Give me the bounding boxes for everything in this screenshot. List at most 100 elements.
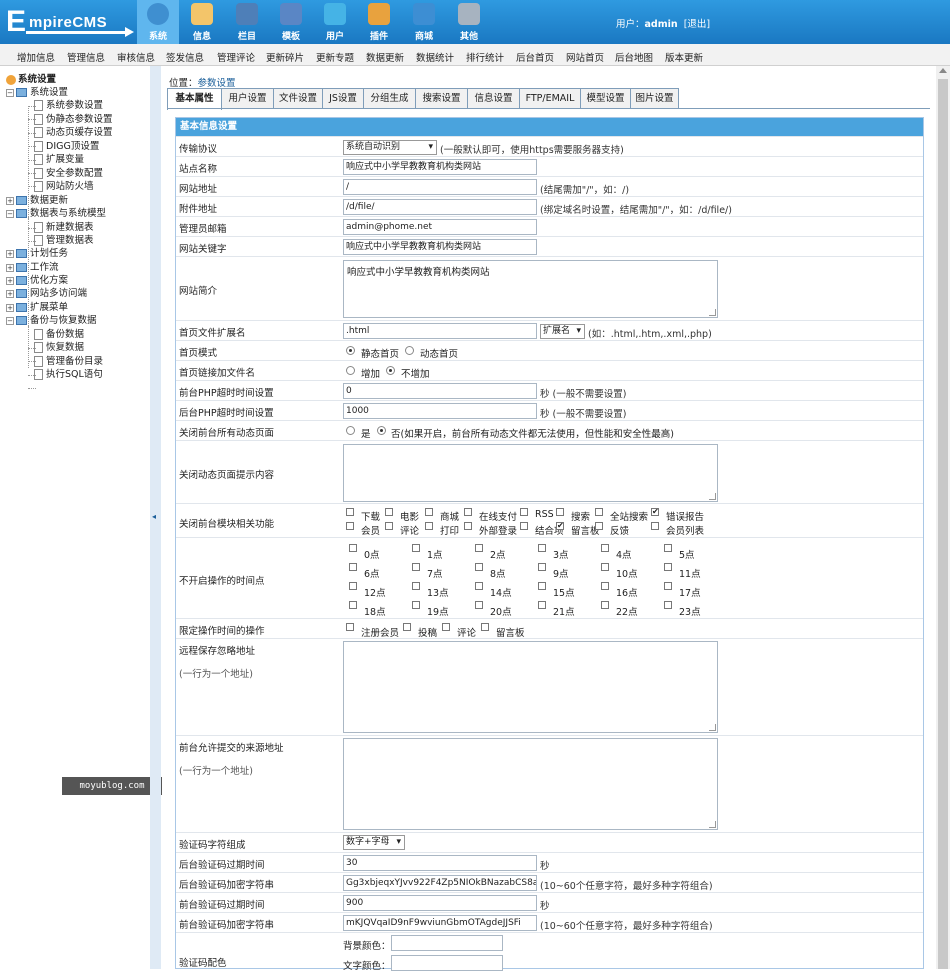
ext-select[interactable]: 扩展名 (540, 324, 585, 339)
hour-checkbox[interactable] (475, 601, 483, 609)
module-checkbox[interactable] (651, 522, 659, 530)
module-checkbox[interactable] (464, 522, 472, 530)
intro-textarea[interactable]: 响应式中小学早教教育机构类网站 (343, 260, 718, 318)
module-checkbox[interactable] (425, 508, 433, 516)
tree-item[interactable]: + 扩展菜单 (6, 301, 68, 314)
hour-checkbox[interactable] (412, 601, 420, 609)
close-dynamic-yes-radio[interactable] (346, 426, 355, 435)
dynamic-index-radio[interactable] (405, 346, 414, 355)
keywords-input[interactable]: 响应式中小学早教教育机构类网站 (343, 239, 537, 255)
tab-0[interactable]: 基本属性 (167, 88, 222, 110)
scrollbar[interactable] (936, 66, 950, 969)
tree-item[interactable]: + 数据更新 (6, 194, 68, 207)
back-captcha-key-input[interactable]: Gg3xbjeqxYJvv922F4Zp5NIOkBNazabCS8aI (343, 875, 537, 891)
menu-item-13[interactable]: 版本更新 (665, 50, 703, 64)
tab-5[interactable]: 搜索设置 (415, 88, 468, 109)
fileurl-input[interactable]: /d/file/ (343, 199, 537, 215)
close-tip-textarea[interactable] (343, 444, 718, 502)
hour-checkbox[interactable] (664, 563, 672, 571)
module-checkbox[interactable] (346, 522, 354, 530)
tab-8[interactable]: 模型设置 (580, 88, 631, 109)
tree-item[interactable]: 恢复数据 (34, 341, 84, 354)
tree-item[interactable]: − 备份与恢复数据 (6, 314, 97, 327)
menu-item-0[interactable]: 增加信息 (17, 50, 55, 64)
referer-textarea[interactable] (343, 738, 718, 830)
module-checkbox[interactable] (425, 522, 433, 530)
tree-item[interactable]: − 系统设置 (6, 86, 68, 99)
menu-item-4[interactable]: 管理评论 (217, 50, 255, 64)
hour-checkbox[interactable] (475, 563, 483, 571)
menu-item-3[interactable]: 签发信息 (166, 50, 204, 64)
module-checkbox[interactable] (556, 508, 564, 516)
nav-1[interactable]: 信息 (181, 0, 223, 44)
email-field[interactable]: admin@phome.net (343, 219, 537, 235)
hour-checkbox[interactable] (412, 582, 420, 590)
module-checkbox[interactable] (346, 508, 354, 516)
tab-2[interactable]: 文件设置 (273, 88, 323, 109)
tab-3[interactable]: JS设置 (322, 88, 364, 109)
menu-item-8[interactable]: 数据统计 (416, 50, 454, 64)
close-dynamic-no-radio[interactable] (377, 426, 386, 435)
tab-6[interactable]: 信息设置 (467, 88, 520, 109)
tab-1[interactable]: 用户设置 (221, 88, 274, 109)
expand-toggle-icon[interactable]: − (6, 88, 14, 97)
protocol-select[interactable]: 系统自动识别 (343, 140, 437, 155)
menu-item-2[interactable]: 审核信息 (117, 50, 155, 64)
limit-op-checkbox[interactable] (346, 623, 354, 631)
hour-checkbox[interactable] (538, 582, 546, 590)
expand-toggle-icon[interactable]: + (6, 263, 14, 272)
menu-item-11[interactable]: 网站首页 (566, 50, 604, 64)
limit-op-checkbox[interactable] (481, 623, 489, 631)
front-captcha-expire-input[interactable]: 900 (343, 895, 537, 911)
back-captcha-expire-input[interactable]: 30 (343, 855, 537, 871)
limit-op-checkbox[interactable] (442, 623, 450, 631)
tree-item[interactable]: 管理备份目录 (34, 355, 103, 368)
tree-item[interactable]: + 工作流 (6, 261, 59, 274)
hour-checkbox[interactable] (664, 544, 672, 552)
hour-checkbox[interactable] (601, 582, 609, 590)
tree-item[interactable]: + 优化方案 (6, 274, 68, 287)
hour-checkbox[interactable] (475, 544, 483, 552)
menu-item-12[interactable]: 后台地图 (615, 50, 653, 64)
scroll-thumb[interactable] (938, 79, 948, 969)
indexext-input[interactable]: .html (343, 323, 537, 339)
module-checkbox[interactable] (464, 508, 472, 516)
module-checkbox[interactable] (556, 522, 564, 530)
nav-0[interactable]: 系统 (137, 0, 179, 44)
menu-item-7[interactable]: 数据更新 (366, 50, 404, 64)
tree-item[interactable]: 网站防火墙 (34, 180, 94, 193)
hour-checkbox[interactable] (349, 563, 357, 571)
hour-checkbox[interactable] (601, 601, 609, 609)
hour-checkbox[interactable] (538, 544, 546, 552)
empirecms-logo[interactable]: E mpireCMS (6, 6, 134, 40)
remote-ignore-textarea[interactable] (343, 641, 718, 733)
logout-link[interactable]: [退出] (684, 19, 710, 30)
tree-item[interactable]: 管理数据表 (34, 234, 94, 247)
hour-checkbox[interactable] (601, 544, 609, 552)
module-checkbox[interactable] (595, 522, 603, 530)
hour-checkbox[interactable] (538, 601, 546, 609)
nav-2[interactable]: 栏目 (226, 0, 268, 44)
scroll-up-icon[interactable] (939, 68, 947, 73)
nav-5[interactable]: 插件 (358, 0, 400, 44)
tree-item[interactable]: + 计划任务 (6, 247, 68, 260)
tree-item[interactable]: 系统参数设置 (34, 99, 103, 112)
front-php-timeout-input[interactable]: 0 (343, 383, 537, 399)
hour-checkbox[interactable] (664, 601, 672, 609)
tree-item[interactable]: 安全参数配置 (34, 167, 103, 180)
tree-item[interactable]: 扩展变量 (34, 153, 84, 166)
expand-toggle-icon[interactable]: + (6, 303, 14, 312)
add-filename-radio[interactable] (346, 366, 355, 375)
expand-toggle-icon[interactable]: + (6, 276, 14, 285)
tab-4[interactable]: 分组生成 (363, 88, 416, 109)
tree-item[interactable]: 执行SQL语句 (34, 368, 103, 381)
sitename-input[interactable]: 响应式中小学早教教育机构类网站 (343, 159, 537, 175)
limit-op-checkbox[interactable] (403, 623, 411, 631)
hour-checkbox[interactable] (349, 601, 357, 609)
hour-checkbox[interactable] (412, 563, 420, 571)
tab-9[interactable]: 图片设置 (630, 88, 679, 109)
captcha-bg-color-input[interactable] (391, 935, 503, 951)
tree-root[interactable]: 系统设置 (6, 73, 56, 86)
module-checkbox[interactable] (595, 508, 603, 516)
hour-checkbox[interactable] (538, 563, 546, 571)
